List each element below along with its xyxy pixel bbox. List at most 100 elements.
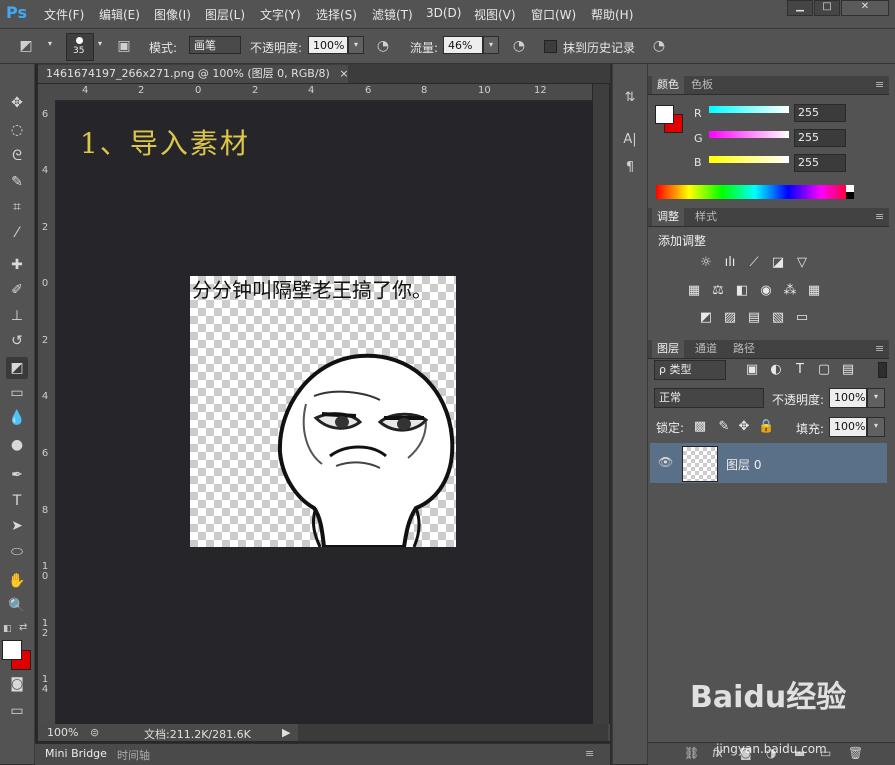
filter-pixel-icon[interactable]: ▣: [744, 362, 760, 378]
dodge-tool-icon[interactable]: ●: [6, 434, 28, 456]
fill-input[interactable]: 100%: [829, 417, 867, 437]
menu-layer[interactable]: 图层(L): [205, 6, 245, 23]
filter-smart-object-icon[interactable]: ▤: [840, 362, 856, 378]
crop-tool-icon[interactable]: ⌗: [6, 196, 28, 218]
brush-picker-dropdown-icon[interactable]: ▾: [92, 36, 108, 54]
menu-view[interactable]: 视图(V): [474, 6, 516, 23]
brush-panel-toggle-icon[interactable]: ▣: [114, 36, 134, 56]
mode-select[interactable]: 画笔: [189, 36, 241, 54]
menu-select[interactable]: 选择(S): [316, 6, 357, 23]
ruler-origin[interactable]: [38, 84, 56, 100]
panel-menu-icon[interactable]: ≡: [585, 747, 594, 760]
brush-tool-icon[interactable]: ✐: [6, 279, 28, 301]
ruler-vertical[interactable]: 6 4 2 0 2 4 6 8 1 0 1 2 1 4: [38, 100, 56, 724]
channel-b-slider[interactable]: [709, 156, 789, 163]
vibrance-icon[interactable]: ▽: [794, 255, 810, 271]
quick-mask-icon[interactable]: ◙: [6, 673, 28, 695]
history-brush-tool-icon[interactable]: ↺: [6, 330, 28, 352]
move-tool-icon[interactable]: ✥: [6, 92, 28, 114]
document-image[interactable]: 分分钟叫隔壁老王搞了你。: [190, 276, 456, 547]
brush-picker[interactable]: 35: [66, 33, 94, 61]
adjustments-panel-menu-icon[interactable]: ≡: [870, 208, 889, 226]
zoom-tool-icon[interactable]: 🔍: [6, 595, 28, 617]
paragraph-panel-icon[interactable]: ¶: [620, 158, 640, 178]
menu-window[interactable]: 窗口(W): [531, 6, 576, 23]
color-lookup-icon[interactable]: ▦: [806, 283, 822, 299]
channel-g-slider[interactable]: [709, 131, 789, 138]
menu-filter[interactable]: 滤镜(T): [372, 6, 413, 23]
layer-visibility-eye-icon[interactable]: 👁: [658, 455, 673, 469]
spectrum-white-swatch[interactable]: [846, 185, 854, 192]
filter-toggle[interactable]: [878, 362, 887, 378]
document-info-icon[interactable]: ⊜: [90, 726, 99, 739]
erase-history-checkbox[interactable]: [544, 40, 557, 53]
channel-g-input[interactable]: 255: [794, 129, 846, 147]
brightness-contrast-icon[interactable]: ☼: [698, 255, 714, 271]
selective-color-icon[interactable]: ▧: [770, 310, 786, 326]
layer-name[interactable]: 图层 0: [726, 456, 761, 473]
canvas-horizontal-scrollbar[interactable]: [298, 724, 608, 741]
hand-tool-icon[interactable]: ✋: [6, 570, 28, 592]
lock-transparent-icon[interactable]: ▩: [692, 419, 708, 435]
menu-image[interactable]: 图像(I): [154, 6, 191, 23]
tab-swatches[interactable]: 色板: [686, 76, 718, 94]
menu-edit[interactable]: 编辑(E): [99, 6, 140, 23]
color-balance-icon[interactable]: ⚖: [710, 283, 726, 299]
layer-opacity-input[interactable]: 100%: [829, 388, 867, 408]
menu-file[interactable]: 文件(F): [44, 6, 84, 23]
tab-mini-bridge[interactable]: Mini Bridge: [45, 747, 107, 760]
zoom-level[interactable]: 100%: [47, 726, 78, 739]
type-tool-icon[interactable]: T: [6, 490, 28, 512]
airbrush-icon[interactable]: ◔: [509, 36, 529, 56]
ruler-horizontal[interactable]: 4 2 0 2 4 6 8 10 12: [56, 84, 592, 101]
lasso-tool-icon[interactable]: ᘓ: [6, 145, 28, 167]
eraser-tool-icon[interactable]: ◩: [6, 357, 28, 379]
layers-panel-menu-icon[interactable]: ≡: [870, 340, 889, 358]
screen-mode-icon[interactable]: ▭: [6, 700, 28, 722]
tab-paths[interactable]: 路径: [728, 340, 760, 358]
lock-image-icon[interactable]: ✎: [716, 419, 732, 435]
quick-select-tool-icon[interactable]: ✎: [6, 171, 28, 193]
healing-brush-tool-icon[interactable]: ✚: [6, 254, 28, 276]
clone-stamp-tool-icon[interactable]: ⊥: [6, 305, 28, 327]
filter-adjustment-icon[interactable]: ◐: [768, 362, 784, 378]
layer-row[interactable]: 👁 图层 0: [650, 443, 887, 483]
tab-layers[interactable]: 图层: [652, 340, 684, 358]
history-panel-icon[interactable]: ⇅: [620, 88, 640, 108]
flow-input[interactable]: 46%: [443, 36, 483, 54]
opacity-input[interactable]: 100%: [308, 36, 348, 54]
spectrum-black-swatch[interactable]: [846, 192, 854, 199]
filter-type-icon[interactable]: T: [792, 362, 808, 378]
invert-icon[interactable]: ◩: [698, 310, 714, 326]
opacity-dropdown-icon[interactable]: ▾: [348, 36, 364, 54]
photo-filter-icon[interactable]: ◉: [758, 283, 774, 299]
eyedropper-tool-icon[interactable]: ⁄: [6, 222, 28, 244]
levels-icon[interactable]: ılı: [722, 255, 738, 271]
menu-type[interactable]: 文字(Y): [260, 6, 301, 23]
path-select-tool-icon[interactable]: ➤: [6, 515, 28, 537]
status-menu-arrow-icon[interactable]: ▶: [282, 726, 290, 739]
lock-all-icon[interactable]: 🔒: [758, 419, 774, 435]
foreground-color-swatch[interactable]: [2, 640, 22, 660]
maximize-button[interactable]: □: [814, 0, 840, 16]
threshold-icon[interactable]: ▤: [746, 310, 762, 326]
canvas-vertical-scrollbar[interactable]: [593, 84, 609, 724]
tab-styles[interactable]: 样式: [690, 208, 722, 226]
minimize-button[interactable]: ▁: [787, 0, 813, 16]
black-white-icon[interactable]: ◧: [734, 283, 750, 299]
pen-tool-icon[interactable]: ✒: [6, 464, 28, 486]
channel-mixer-icon[interactable]: ⁂: [782, 283, 798, 299]
pressure-opacity-icon[interactable]: ◔: [373, 36, 393, 56]
color-spectrum-bar[interactable]: [656, 185, 854, 199]
channel-r-slider[interactable]: [709, 106, 789, 113]
delete-layer-icon[interactable]: 🗑: [848, 746, 863, 760]
tab-channels[interactable]: 通道: [690, 340, 722, 358]
swap-colors-icon[interactable]: ⇄: [19, 622, 27, 633]
blur-tool-icon[interactable]: 💧: [6, 407, 28, 429]
lock-position-icon[interactable]: ✥: [736, 419, 752, 435]
gradient-map-icon[interactable]: ▭: [794, 310, 810, 326]
tab-color[interactable]: 颜色: [652, 76, 684, 94]
eraser-tool-icon[interactable]: ◩: [16, 36, 36, 56]
layer-opacity-dropdown-icon[interactable]: ▾: [867, 388, 885, 408]
fill-dropdown-icon[interactable]: ▾: [867, 417, 885, 437]
